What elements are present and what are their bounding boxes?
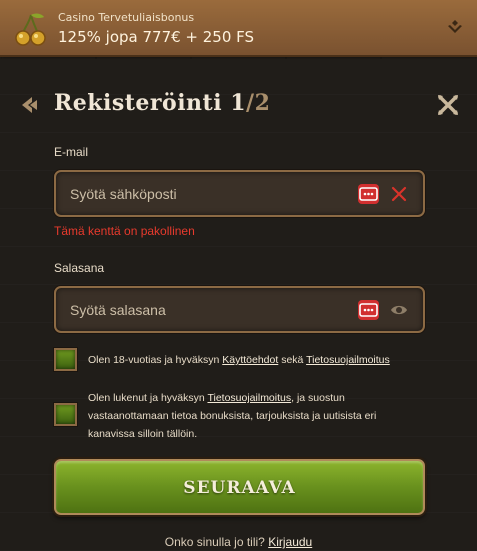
chevron-down-icon[interactable] — [447, 18, 463, 36]
age-terms-checkbox[interactable] — [54, 348, 77, 371]
title-text: Rekisteröinti 1 — [54, 90, 247, 116]
email-error: Tämä kenttä on pakollinen — [54, 224, 195, 238]
email-field-frame — [54, 170, 425, 217]
bonus-subtitle: Casino Tervetuliaisbonus — [58, 11, 195, 24]
terms-link[interactable]: Käyttöehdot — [222, 354, 278, 366]
email-label: E-mail — [54, 145, 89, 159]
consent-text: sekä — [278, 354, 307, 366]
privacy-link[interactable]: Tietosuojailmoitus — [306, 354, 390, 366]
next-button-label: SEURAAVA — [183, 478, 296, 498]
consent-text: Olen lukenut ja hyväksyn — [88, 392, 208, 404]
age-terms-text: Olen 18-vuotias ja hyväksyn Käyttöehdot … — [88, 351, 423, 369]
cherry-icon — [15, 13, 46, 46]
password-field-frame — [54, 286, 425, 333]
password-label: Salasana — [54, 261, 105, 275]
clear-icon[interactable] — [390, 185, 408, 203]
eye-icon[interactable] — [390, 301, 408, 319]
marketing-consent-text: Olen lukenut ja hyväksyn Tietosuojailmoi… — [88, 389, 423, 443]
step-total: /2 — [246, 90, 271, 116]
privacy-link[interactable]: Tietosuojailmoitus — [207, 392, 291, 404]
close-icon[interactable] — [437, 94, 459, 116]
marketing-consent-checkbox[interactable] — [54, 403, 77, 426]
password-field[interactable] — [70, 300, 340, 320]
consent-text: Olen 18-vuotias ja hyväksyn — [88, 354, 223, 366]
page-title: Rekisteröinti 1/2 — [54, 90, 270, 116]
login-prompt: Onko sinulla jo tili? Kirjaudu — [0, 535, 477, 549]
bonus-banner[interactable]: Casino Tervetuliaisbonus 125% jopa 777€ … — [0, 0, 477, 57]
login-link[interactable]: Kirjaudu — [268, 535, 312, 549]
password-manager-icon[interactable] — [358, 184, 379, 204]
bonus-offer: 125% jopa 777€ + 250 FS — [58, 28, 255, 46]
password-manager-icon[interactable] — [358, 300, 379, 320]
arrow-left-icon[interactable] — [18, 95, 38, 115]
login-question: Onko sinulla jo tili? — [164, 535, 265, 549]
email-field[interactable] — [70, 184, 340, 204]
next-button[interactable]: SEURAAVA — [54, 459, 425, 515]
